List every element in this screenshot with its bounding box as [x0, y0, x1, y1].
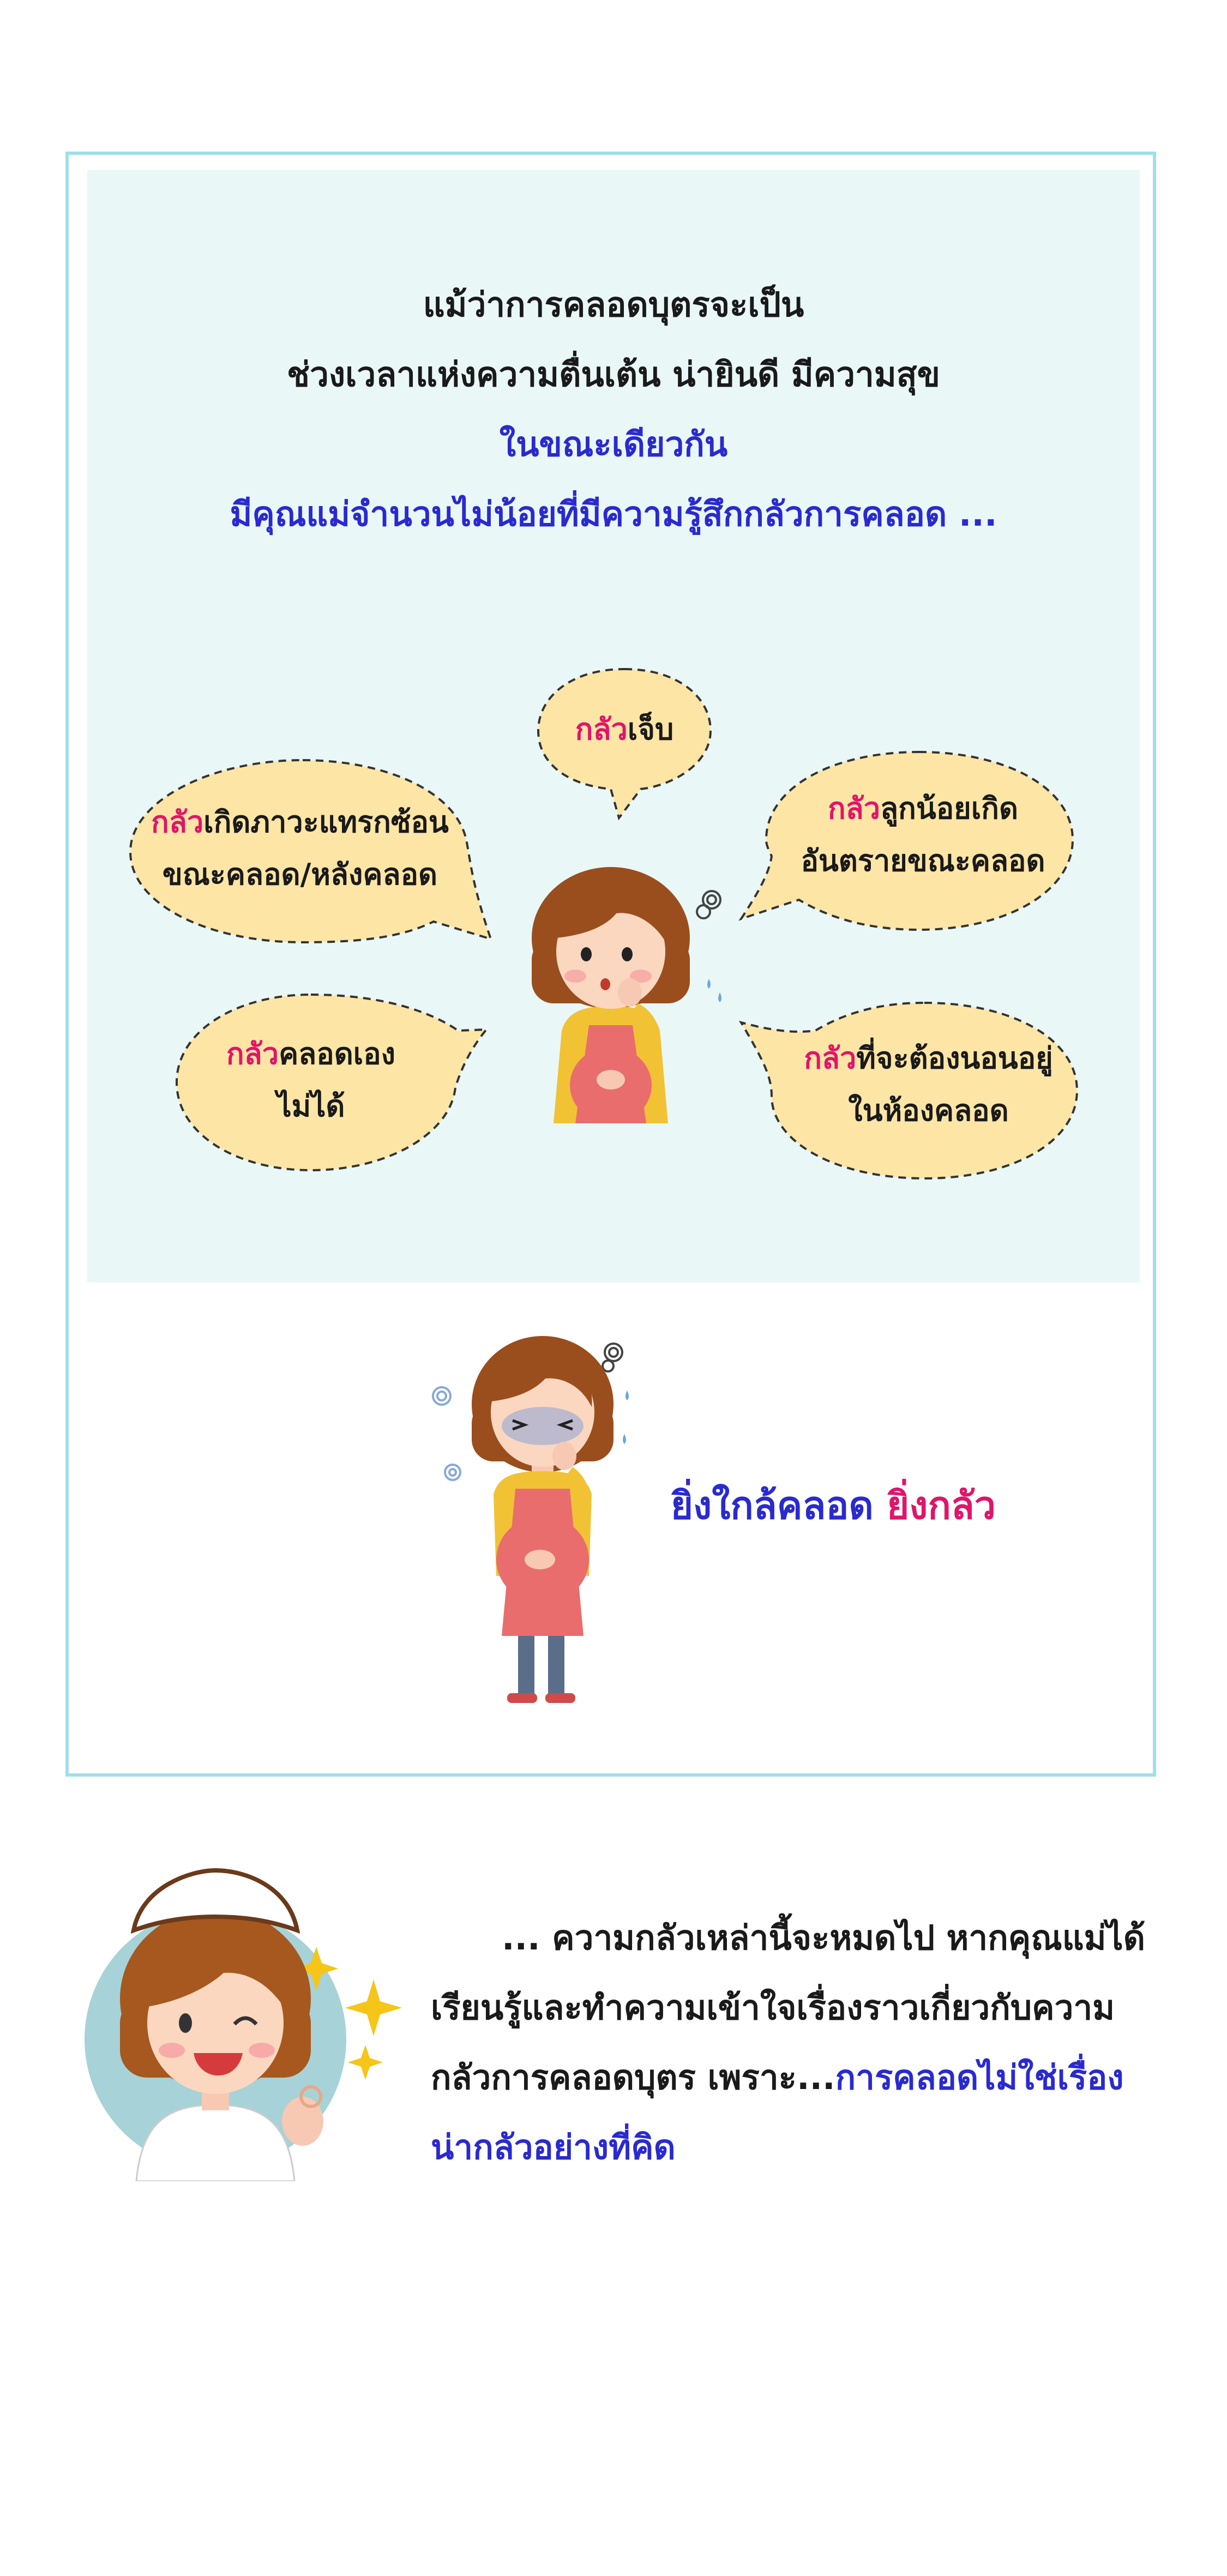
fear-lying-text-1: ที่จะต้องนอนอยู่: [856, 1041, 1053, 1075]
fear-self-text-1: คลอดเอง: [279, 1037, 396, 1071]
bubble-fear-lying-down: กลัวที่จะต้องนอนอยู่ ในห้องคลอด: [738, 1001, 1080, 1181]
bubble-fear-complication: กลัวเกิดภาวะแทรกซ้อน ขณะคลอด/หลังคลอด: [128, 758, 494, 944]
closer-text: ยิ่งใกล้คลอด ยิ่งกลัว: [671, 1475, 996, 1536]
intro-text: แม้ว่าการคลอดบุตรจะเป็น ช่วงเวลาแห่งความ…: [87, 270, 1140, 549]
fear-baby-text-1: ลูกน้อยเกิด: [880, 791, 1019, 826]
nurse-message-line-2: เรียนรู้และทำความเข้าใจเรื่องราวเกี่ยวกั…: [431, 1988, 1115, 2027]
fear-lying-text-2: ในห้องคลอด: [848, 1093, 1009, 1128]
dizzy-swirl-icon: [696, 890, 721, 919]
fear-word: กลัว: [151, 805, 204, 839]
intro-line-2: ช่วงเวลาแห่งความตื่นเต้น น่ายินดี มีความ…: [287, 354, 940, 394]
fear-baby-text-2: อันตรายขณะคลอด: [801, 844, 1045, 878]
fear-word: กลัว: [226, 1037, 279, 1071]
intro-line-4: มีคุณแม่จำนวนไม่น้อยที่มีความรู้สึกกลัวก…: [230, 494, 997, 534]
bubble-fear-self-delivery: กลัวคลอดเอง ไม่ได้: [175, 992, 489, 1172]
fear-pain-text: เจ็บ: [627, 712, 674, 747]
fear-complication-text-2: ขณะคลอด/หลังคลอด: [162, 857, 438, 892]
intro-line-3: ในขณะเดียวกัน: [499, 424, 728, 464]
intro-line-1: แม้ว่าการคลอดบุตรจะเป็น: [423, 285, 804, 324]
fear-word: กลัว: [575, 712, 628, 747]
bubble-fear-pain: กลัวเจ็บ: [537, 667, 712, 826]
fear-word: กลัว: [827, 791, 881, 826]
nurse-message-highlight-2: น่ากลัวอย่างที่คิด: [431, 2127, 676, 2167]
nurse-message-line-3: กลัวการคลอดบุตร เพราะ...: [431, 2057, 835, 2097]
nurse-message-highlight-1: การคลอดไม่ใช่เรื่อง: [835, 2057, 1124, 2097]
bubble-fear-baby-danger: กลัวลูกน้อยเกิด อันตรายขณะคลอด: [738, 750, 1074, 935]
nurse-message-line-1: ... ความกลัวเหล่านี้จะหมดไป หากคุณแม่ได้: [501, 1918, 1145, 1958]
fear-complication-text-1: เกิดภาวะแทรกซ้อน: [203, 805, 449, 839]
fear-word: กลัว: [804, 1041, 857, 1075]
closer-part-2: ยิ่งกลัว: [887, 1483, 996, 1528]
nurse-message: ... ความกลัวเหล่านี้จะหมดไป หากคุณแม่ได้…: [431, 1903, 1145, 2182]
dizzy-swirl-icon: [432, 1386, 461, 1481]
anxious-mother-illustration: [432, 1336, 629, 1703]
nurse-illustration: [85, 1868, 402, 2181]
fear-self-text-2: ไม่ได้: [276, 1089, 345, 1123]
worried-mother-illustration: [532, 867, 721, 1123]
closer-part-1: ยิ่งใกล้คลอด: [671, 1483, 874, 1528]
